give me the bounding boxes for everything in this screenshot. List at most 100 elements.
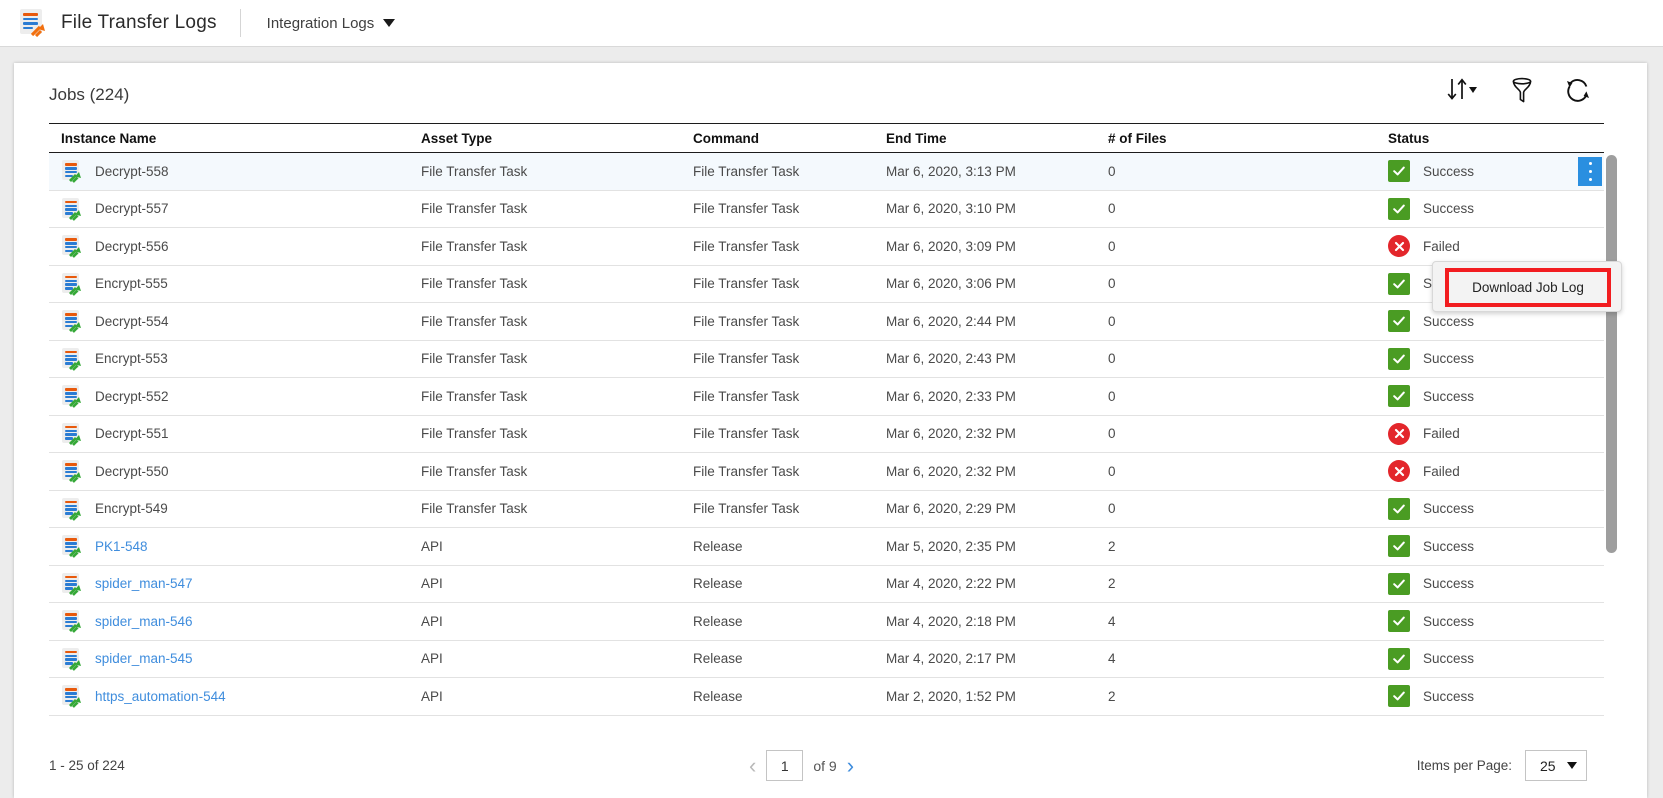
job-log-icon — [61, 272, 83, 296]
status-label: Failed — [1423, 463, 1460, 479]
instance-name-label[interactable]: PK1-548 — [95, 539, 148, 554]
table-row[interactable]: spider_man-547 API Release Mar 4, 2020, … — [49, 566, 1604, 603]
status-success-icon — [1388, 610, 1410, 633]
status-failed-icon — [1388, 422, 1410, 445]
chevron-left-icon[interactable]: ‹ — [749, 754, 756, 777]
cell-command: Release — [693, 538, 743, 554]
cell-status: Failed — [1388, 422, 1604, 445]
instance-name-label[interactable]: spider_man-545 — [95, 651, 193, 666]
cell-end-time: Mar 6, 2020, 2:32 PM — [886, 463, 1016, 479]
cell-num-files: 0 — [1108, 388, 1116, 404]
instance-name-label[interactable]: https_automation-544 — [95, 689, 226, 704]
instance-name-label[interactable]: spider_man-546 — [95, 614, 193, 629]
cell-status: Success — [1388, 197, 1604, 220]
cell-num-files: 0 — [1108, 426, 1116, 442]
column-header-command[interactable]: Command — [693, 131, 886, 146]
job-log-icon — [61, 497, 83, 521]
table-row[interactable]: Decrypt-550 File Transfer Task File Tran… — [49, 453, 1604, 491]
row-context-menu: Download Job Log — [1432, 261, 1622, 312]
table-row[interactable]: Encrypt-553 File Transfer Task File Tran… — [49, 341, 1604, 378]
table-row[interactable]: https_automation-544 API Release Mar 2, … — [49, 678, 1604, 716]
sort-icon[interactable] — [1446, 77, 1480, 103]
cell-asset-type: File Transfer Task — [421, 163, 528, 179]
cell-asset-type: API — [421, 651, 443, 667]
table-header-row: Instance Name Asset Type Command End Tim… — [49, 123, 1604, 153]
cell-num-files: 0 — [1108, 163, 1116, 179]
download-job-log-menu-item[interactable]: Download Job Log — [1445, 268, 1611, 307]
job-log-icon — [61, 384, 83, 409]
table-row[interactable]: Decrypt-554 File Transfer Task File Tran… — [49, 303, 1604, 341]
cell-end-time: Mar 6, 2020, 2:44 PM — [886, 313, 1016, 329]
status-failed-icon — [1388, 460, 1410, 483]
status-label: Success — [1423, 501, 1475, 517]
job-log-icon — [61, 609, 83, 634]
cell-command: Release — [693, 576, 743, 592]
filter-icon[interactable] — [1510, 77, 1534, 103]
cell-num-files: 2 — [1108, 538, 1116, 554]
instance-name-label: Decrypt-556 — [95, 238, 169, 254]
cell-asset-type: File Transfer Task — [421, 313, 528, 329]
status-label: Success — [1423, 576, 1475, 592]
cell-command: File Transfer Task — [693, 313, 800, 329]
column-header-status[interactable]: Status — [1388, 131, 1604, 146]
table-row[interactable]: Decrypt-551 File Transfer Task File Tran… — [49, 416, 1604, 453]
table-row[interactable]: Encrypt-555 File Transfer Task File Tran… — [49, 266, 1604, 303]
cell-instance-name: Encrypt-555 — [49, 272, 421, 296]
cell-end-time: Mar 5, 2020, 2:35 PM — [886, 538, 1016, 554]
cell-instance-name: Decrypt-554 — [49, 309, 421, 334]
cell-asset-type: File Transfer Task — [421, 426, 528, 442]
job-log-icon — [61, 534, 83, 559]
page-number-input[interactable] — [766, 750, 804, 781]
table-row[interactable]: Decrypt-556 File Transfer Task File Tran… — [49, 228, 1604, 266]
cell-command: File Transfer Task — [693, 463, 800, 479]
items-per-page-select[interactable]: 25 — [1525, 750, 1587, 781]
panel-header: Jobs (224) — [14, 63, 1617, 123]
cell-end-time: Mar 6, 2020, 2:43 PM — [886, 351, 1016, 367]
jobs-count-title: Jobs (224) — [49, 85, 130, 104]
cell-end-time: Mar 6, 2020, 3:06 PM — [886, 276, 1016, 292]
cell-command: File Transfer Task — [693, 388, 800, 404]
job-log-icon — [61, 309, 83, 334]
integration-logs-menu[interactable]: Integration Logs — [267, 15, 396, 32]
table-row[interactable]: spider_man-545 API Release Mar 4, 2020, … — [49, 641, 1604, 678]
table-row[interactable]: Decrypt-557 File Transfer Task File Tran… — [49, 191, 1604, 228]
jobs-table: Instance Name Asset Type Command End Tim… — [49, 123, 1604, 733]
cell-command: File Transfer Task — [693, 501, 800, 517]
column-header-end-time[interactable]: End Time — [886, 131, 1108, 146]
status-success-icon — [1388, 197, 1410, 220]
cell-end-time: Mar 6, 2020, 3:09 PM — [886, 238, 1016, 254]
instance-name-label: Decrypt-558 — [95, 163, 169, 179]
panel-footer: 1 - 25 of 224 ‹ of 9 › Items per Page: 2… — [14, 736, 1617, 798]
status-success-icon — [1388, 310, 1410, 333]
column-header-num-files[interactable]: # of Files — [1108, 131, 1388, 146]
table-row[interactable]: Decrypt-558 File Transfer Task File Tran… — [49, 153, 1604, 191]
status-success-icon — [1388, 572, 1410, 595]
refresh-icon[interactable] — [1564, 77, 1592, 103]
table-row[interactable]: Decrypt-552 File Transfer Task File Tran… — [49, 378, 1604, 416]
page-total-label: of 9 — [813, 757, 837, 774]
cell-end-time: Mar 4, 2020, 2:17 PM — [886, 651, 1016, 667]
table-row[interactable]: spider_man-546 API Release Mar 4, 2020, … — [49, 603, 1604, 641]
more-options-icon[interactable] — [1578, 157, 1602, 186]
status-label: Success — [1423, 201, 1475, 217]
table-row[interactable]: PK1-548 API Release Mar 5, 2020, 2:35 PM… — [49, 528, 1604, 566]
status-label: Success — [1423, 313, 1475, 329]
job-log-icon — [61, 347, 83, 371]
status-label: Success — [1423, 538, 1475, 554]
column-header-instance-name[interactable]: Instance Name — [49, 131, 421, 146]
cell-asset-type: File Transfer Task — [421, 276, 528, 292]
cell-command: File Transfer Task — [693, 351, 800, 367]
instance-name-label: Encrypt-553 — [95, 351, 168, 367]
appbar-divider — [239, 9, 241, 37]
cell-status: Success — [1388, 160, 1604, 183]
table-scrollbar-thumb[interactable] — [1606, 155, 1617, 553]
table-row[interactable]: Encrypt-549 File Transfer Task File Tran… — [49, 491, 1604, 528]
table-scrollbar-track[interactable] — [1606, 155, 1617, 731]
column-header-asset-type[interactable]: Asset Type — [421, 131, 693, 146]
status-label: Failed — [1423, 426, 1460, 442]
cell-status: Success — [1388, 647, 1604, 670]
instance-name-label[interactable]: spider_man-547 — [95, 576, 193, 591]
cell-end-time: Mar 4, 2020, 2:22 PM — [886, 576, 1016, 592]
chevron-right-icon[interactable]: › — [847, 754, 854, 777]
cell-num-files: 0 — [1108, 201, 1116, 217]
